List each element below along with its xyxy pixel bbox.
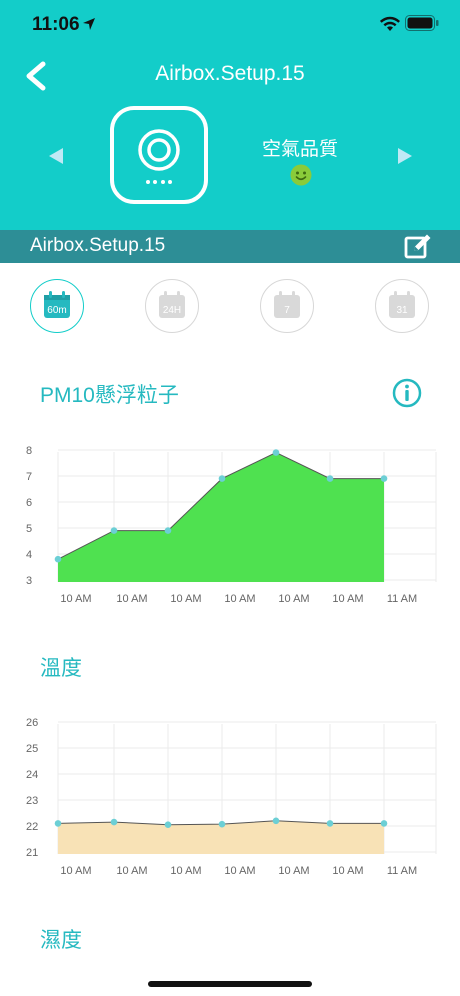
y-tick-label: 25 xyxy=(26,743,38,755)
data-point xyxy=(110,818,118,826)
calendar-icon: 24H xyxy=(159,291,185,318)
y-tick-label: 3 xyxy=(26,575,32,587)
airbox-device-icon xyxy=(110,106,208,204)
pm10-chart: 3 4 5 6 7 8 10 AM 10 AM 10 AM 10 AM 10 AM 10 AM 11 A… xyxy=(26,445,437,605)
x-tick-label: 10 AM xyxy=(170,865,201,877)
data-point xyxy=(380,820,388,827)
x-tick-label: 10 AM xyxy=(224,865,255,877)
y-tick-label: 22 xyxy=(26,821,38,833)
data-point xyxy=(218,820,226,828)
period-31-button[interactable]: 31 xyxy=(375,279,429,333)
calendar-icon: 31 xyxy=(389,291,415,318)
smiley-face-icon xyxy=(290,164,312,186)
y-tick-label: 26 xyxy=(26,717,38,729)
pm10-title: PM10懸浮粒子 xyxy=(40,384,179,407)
y-tick-label: 6 xyxy=(26,497,32,509)
data-point xyxy=(380,475,388,482)
edit-icon[interactable] xyxy=(403,232,433,262)
temperature-chart: 21 22 23 24 25 26 10 AM 10 AM 10 AM 10 AM 10 AM 10 … xyxy=(26,717,437,877)
status-bar: 11:06 xyxy=(0,0,460,50)
y-tick-label: 4 xyxy=(26,549,32,561)
status-time: 11:06 xyxy=(32,14,80,35)
home-indicator[interactable] xyxy=(148,981,312,987)
data-point xyxy=(54,820,62,827)
y-tick-label: 7 xyxy=(26,471,32,483)
location-arrow-icon xyxy=(83,18,95,30)
x-tick-label: 10 AM xyxy=(332,865,363,877)
x-tick-label: 11 AM xyxy=(387,593,417,605)
y-tick-label: 8 xyxy=(26,445,32,457)
x-tick-label: 10 AM xyxy=(60,593,91,605)
air-quality-label: 空氣品質 xyxy=(261,139,338,160)
x-tick-label: 10 AM xyxy=(278,865,309,877)
x-tick-label: 10 AM xyxy=(116,593,147,605)
wifi-icon xyxy=(380,16,400,31)
device-name: Airbox.Setup.15 xyxy=(30,235,166,256)
period-label: 60m xyxy=(47,305,66,316)
info-icon[interactable] xyxy=(392,378,422,408)
x-tick-label: 10 AM xyxy=(332,593,363,605)
y-tick-label: 24 xyxy=(26,769,38,781)
y-tick-label: 23 xyxy=(26,795,38,807)
y-tick-label: 21 xyxy=(26,847,38,859)
data-point xyxy=(110,527,118,534)
data-point xyxy=(164,821,172,828)
period-label: 24H xyxy=(163,305,181,316)
period-60m-button[interactable]: 60m xyxy=(30,279,84,333)
data-point xyxy=(326,475,334,482)
next-device-arrow-icon[interactable] xyxy=(395,146,415,166)
device-header: 11:06 Airbox.Setup.15 空氣品質 xyxy=(0,0,460,230)
data-point xyxy=(272,817,280,825)
x-tick-label: 11 AM xyxy=(387,865,417,877)
period-label: 7 xyxy=(284,305,290,316)
battery-icon xyxy=(405,15,439,31)
device-name-bar: Airbox.Setup.15 xyxy=(0,230,460,263)
period-24h-button[interactable]: 24H xyxy=(145,279,199,333)
period-7-button[interactable]: 7 xyxy=(260,279,314,333)
x-tick-label: 10 AM xyxy=(278,593,309,605)
period-label: 31 xyxy=(396,305,408,316)
page-title: Airbox.Setup.15 xyxy=(155,62,305,85)
y-tick-label: 5 xyxy=(26,523,32,535)
data-point xyxy=(218,475,226,482)
device-sensor-icon xyxy=(138,129,180,184)
temperature-title: 溫度 xyxy=(40,657,82,680)
series-area xyxy=(58,452,384,582)
calendar-icon: 60m xyxy=(44,291,70,318)
data-point xyxy=(272,449,280,456)
humidity-title: 濕度 xyxy=(40,929,82,952)
x-tick-label: 10 AM xyxy=(170,593,201,605)
data-point xyxy=(54,555,62,563)
x-tick-label: 10 AM xyxy=(224,593,255,605)
calendar-icon: 7 xyxy=(274,291,300,318)
x-tick-label: 10 AM xyxy=(60,865,91,877)
data-point xyxy=(326,820,334,827)
x-tick-label: 10 AM xyxy=(116,865,147,877)
previous-device-arrow-icon[interactable] xyxy=(46,146,66,166)
data-point xyxy=(164,527,172,534)
